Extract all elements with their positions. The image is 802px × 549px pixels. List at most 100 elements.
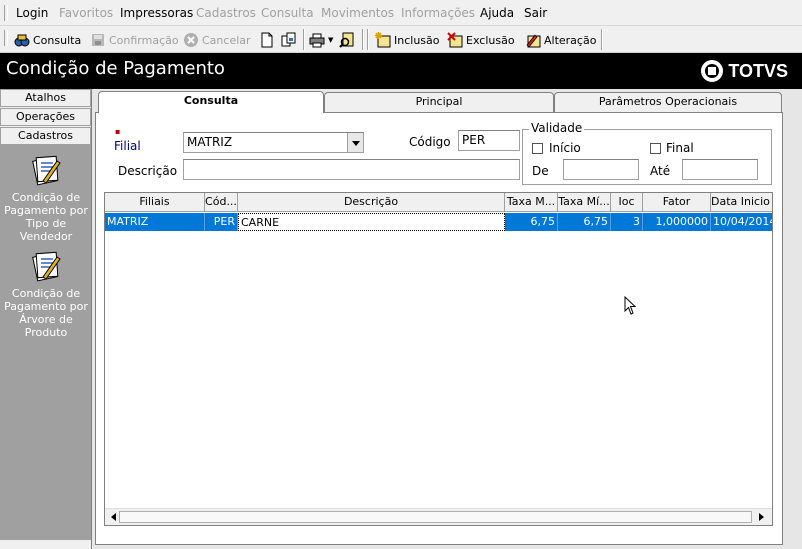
- codigo-field[interactable]: PER: [458, 130, 520, 151]
- menu-ajuda[interactable]: Ajuda: [480, 6, 514, 20]
- menu-login[interactable]: Login: [16, 6, 48, 20]
- table-cell[interactable]: PER: [205, 213, 238, 231]
- title-bar: Condição de Pagamento TOTVS: [0, 53, 802, 89]
- copy-button[interactable]: [281, 31, 297, 49]
- consulta-panel: ▪ Filial MATRIZ Código PER Descrição Val…: [95, 112, 783, 545]
- binoculars-icon: [14, 32, 30, 48]
- descricao-label: Descrição: [118, 164, 178, 178]
- menu-bar: Login Favoritos Impressoras Cadastros Co…: [0, 0, 802, 26]
- chevron-down-icon[interactable]: [347, 133, 363, 152]
- menu-informacoes[interactable]: Informações: [401, 6, 475, 20]
- cancelar-button[interactable]: Cancelar: [183, 31, 251, 49]
- page-title: Condição de Pagamento: [6, 58, 225, 79]
- totvs-logo: TOTVS: [701, 60, 788, 82]
- column-header-filiais[interactable]: Filiais: [105, 193, 205, 212]
- print-button[interactable]: ▼: [309, 31, 333, 49]
- table-cell[interactable]: MATRIZ: [105, 213, 205, 231]
- column-header-data-inicio[interactable]: Data Inicio ...: [711, 193, 772, 212]
- exclusao-label: Exclusão: [466, 33, 515, 47]
- scroll-left-icon[interactable]: [107, 513, 116, 521]
- confirmacao-button[interactable]: Confirmação: [90, 31, 179, 49]
- validade-label: Validade: [529, 121, 585, 135]
- tab-consulta[interactable]: Consulta: [98, 91, 324, 113]
- tab-principal[interactable]: Principal: [324, 92, 554, 112]
- exclusao-button[interactable]: Exclusão: [447, 31, 515, 49]
- validade-group: Validade Início Final De Até: [522, 121, 772, 185]
- logo-text: TOTVS: [728, 60, 788, 81]
- final-checkbox[interactable]: [650, 143, 661, 154]
- side-tab-atalhos[interactable]: Atalhos: [0, 89, 91, 107]
- consulta-button[interactable]: Consulta: [14, 31, 81, 49]
- menu-favoritos[interactable]: Favoritos: [59, 6, 113, 20]
- filial-select[interactable]: MATRIZ: [183, 132, 364, 153]
- new-document-icon: [259, 32, 275, 48]
- printer-icon: [309, 32, 325, 48]
- cancelar-label: Cancelar: [202, 33, 251, 47]
- column-header-fator[interactable]: Fator: [643, 193, 711, 212]
- alteracao-button[interactable]: Alteração: [525, 31, 596, 49]
- table-cell[interactable]: 1,000000: [643, 213, 711, 231]
- tab-parametros-operacionais[interactable]: Parâmetros Operacionais: [554, 92, 782, 112]
- inclusao-label: Inclusão: [394, 33, 440, 47]
- filial-label: Filial: [114, 139, 141, 153]
- new-document-button[interactable]: [259, 31, 275, 49]
- scroll-right-icon[interactable]: [759, 513, 768, 521]
- results-grid[interactable]: Filiais Cód... Descrição Taxa M... Taxa …: [104, 192, 773, 526]
- required-marker: ▪: [115, 127, 121, 136]
- horizontal-scrollbar[interactable]: [105, 508, 772, 525]
- menu-movimentos[interactable]: Movimentos: [321, 6, 394, 20]
- menu-grip: [4, 5, 8, 21]
- copy-icon: [281, 32, 297, 48]
- column-header-taxa-minima[interactable]: Taxa Mí...: [558, 193, 611, 212]
- side-tab-cadastros[interactable]: Cadastros: [0, 127, 91, 145]
- toolbar-grip: [4, 30, 8, 46]
- toolbar-separator: [362, 29, 364, 50]
- side-panel: Condição de Pagamento por Tipo de Vended…: [0, 145, 91, 540]
- final-label: Final: [666, 141, 694, 155]
- ate-field[interactable]: [682, 159, 758, 180]
- save-icon: [90, 32, 106, 48]
- side-item-arvore-produto[interactable]: Condição de Pagamento por Árvore de Prod…: [4, 249, 88, 339]
- ate-label: Até: [650, 164, 671, 178]
- menu-cadastros[interactable]: Cadastros: [196, 6, 256, 20]
- confirmacao-label: Confirmação: [109, 33, 179, 47]
- toolbar: Consulta Confirmação Cancelar ▼ Inclusão…: [0, 26, 802, 53]
- column-header-ioc[interactable]: Ioc: [611, 193, 643, 212]
- column-header-descricao[interactable]: Descrição: [238, 193, 505, 212]
- table-cell[interactable]: 10/04/2014: [711, 213, 772, 231]
- side-tabs: Atalhos Operações Cadastros: [0, 89, 91, 145]
- search-doc-button[interactable]: [339, 31, 355, 49]
- column-header-taxa-maxima[interactable]: Taxa M...: [505, 193, 558, 212]
- edit-document-icon: [525, 32, 541, 48]
- de-field[interactable]: [563, 159, 639, 180]
- inclusao-button[interactable]: Inclusão: [375, 31, 440, 49]
- document-pen-icon: [29, 249, 63, 283]
- menu-impressoras[interactable]: Impressoras: [120, 6, 193, 20]
- codigo-label: Código: [409, 135, 451, 149]
- consulta-label: Consulta: [33, 33, 82, 47]
- table-cell[interactable]: CARNE: [238, 213, 505, 231]
- inicio-label: Início: [549, 141, 581, 155]
- filial-value: MATRIZ: [187, 135, 233, 149]
- menu-sair[interactable]: Sair: [524, 6, 547, 20]
- alteracao-label: Alteração: [544, 33, 597, 47]
- scroll-thumb[interactable]: [119, 511, 752, 523]
- table-cell[interactable]: 6,75: [558, 213, 611, 231]
- table-cell[interactable]: 3: [611, 213, 643, 231]
- de-label: De: [532, 164, 549, 178]
- inicio-checkbox[interactable]: [532, 143, 543, 154]
- descricao-field[interactable]: [183, 159, 520, 180]
- side-item-tipo-vendedor[interactable]: Condição de Pagamento por Tipo de Vended…: [4, 153, 88, 243]
- menu-consulta[interactable]: Consulta: [261, 6, 314, 20]
- side-item-label: Condição de Pagamento por Árvore de Prod…: [4, 287, 88, 339]
- toolbar-separator: [601, 29, 603, 50]
- side-item-label: Condição de Pagamento por Tipo de Vended…: [4, 191, 88, 243]
- document-pen-icon: [29, 153, 63, 187]
- delete-document-icon: [447, 32, 463, 48]
- side-tab-operacoes[interactable]: Operações: [0, 108, 91, 126]
- chevron-down-icon[interactable]: ▼: [328, 36, 333, 44]
- column-header-codigo[interactable]: Cód...: [205, 193, 238, 212]
- totvs-logo-icon: [701, 60, 724, 82]
- table-cell[interactable]: 6,75: [505, 213, 558, 231]
- cancel-icon: [183, 32, 199, 48]
